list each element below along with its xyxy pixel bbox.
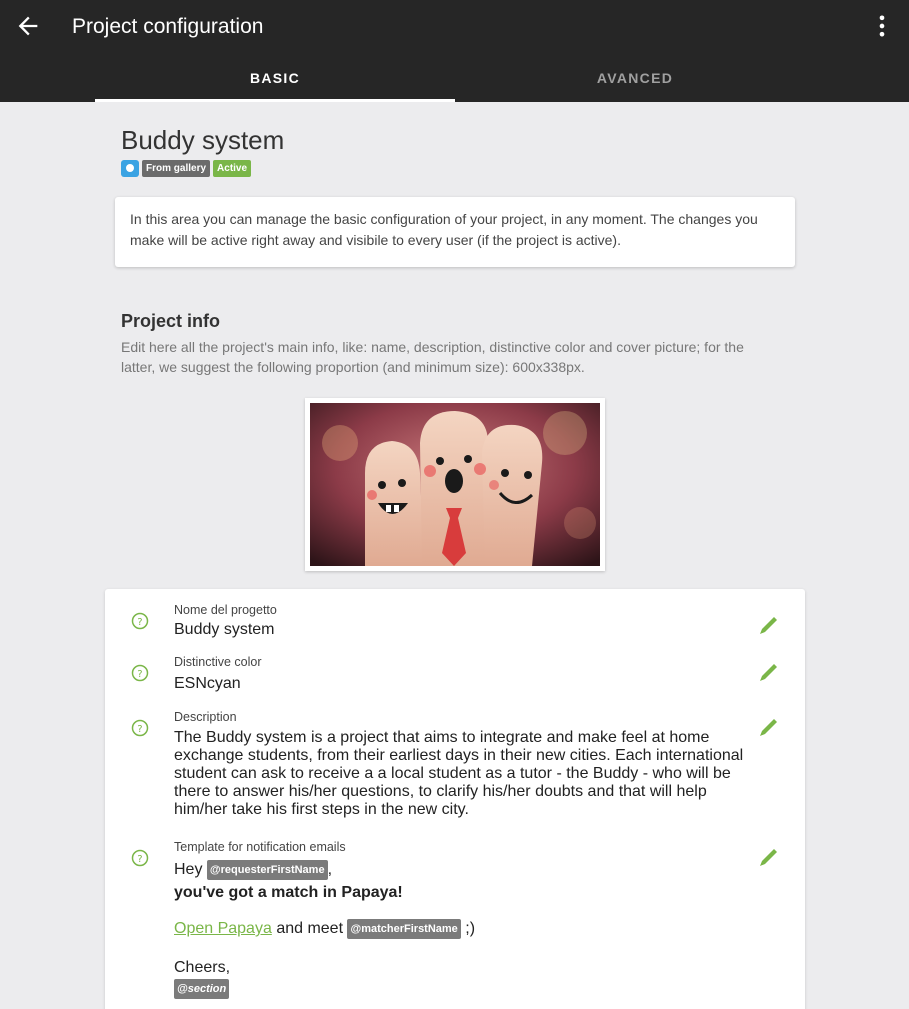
- template-section-line: @section: [174, 979, 230, 999]
- color-dot-icon: [121, 160, 139, 177]
- description-field-label: Description: [174, 710, 237, 724]
- page-title: Project configuration: [72, 15, 264, 38]
- from-gallery-badge: From gallery: [142, 160, 211, 177]
- template-greeting-line: Hey @requesterFirstName,: [174, 860, 332, 880]
- svg-text:?: ?: [137, 669, 142, 680]
- tab-basic[interactable]: BASIC: [95, 56, 455, 102]
- template-signoff: Cheers,: [174, 959, 231, 976]
- section-tag: @section: [174, 979, 230, 999]
- template-field-label: Template for notification emails: [174, 840, 346, 854]
- svg-text:?: ?: [137, 617, 142, 628]
- template-greeting: Hey: [174, 861, 203, 879]
- edit-pencil-icon[interactable]: [757, 660, 781, 684]
- matcher-tag: @matcherFirstName: [347, 919, 461, 939]
- arrow-left-icon[interactable]: [14, 12, 42, 40]
- app-bar: Project configuration BASIC AVANCED: [0, 0, 909, 102]
- help-icon[interactable]: ?: [131, 849, 149, 867]
- tab-advanced[interactable]: AVANCED: [455, 56, 815, 102]
- help-icon[interactable]: ?: [131, 612, 149, 630]
- badge-row: From gallery Active: [121, 160, 252, 177]
- template-meet-text: and meet: [276, 920, 344, 938]
- info-card: In this area you can manage the basic co…: [115, 197, 795, 267]
- help-icon[interactable]: ?: [131, 719, 149, 737]
- name-field-value: Buddy system: [174, 621, 275, 638]
- active-badge: Active: [213, 160, 252, 177]
- open-papaya-link[interactable]: Open Papaya: [174, 920, 272, 937]
- help-icon[interactable]: ?: [131, 664, 149, 682]
- section-description: Edit here all the project's main info, l…: [121, 339, 744, 375]
- color-field-value: ESNcyan: [174, 675, 241, 692]
- more-vert-icon[interactable]: [868, 12, 896, 40]
- template-comma: ,: [327, 861, 333, 879]
- requester-tag: @requesterFirstName: [206, 860, 328, 880]
- section-title: Project info: [121, 311, 221, 331]
- project-title: Buddy system: [121, 125, 285, 155]
- description-field-value: The Buddy system is a project that aims …: [174, 729, 744, 818]
- edit-pencil-icon[interactable]: [757, 613, 781, 637]
- template-headline: you've got a match in Papaya!: [174, 884, 403, 901]
- cover-image: [310, 403, 600, 566]
- color-field-label: Distinctive color: [174, 655, 262, 669]
- template-link-line: Open Papaya and meet @matcherFirstName ;…: [174, 919, 475, 939]
- fields-card: ? Nome del progetto Buddy system ? Disti…: [105, 589, 805, 1009]
- edit-pencil-icon[interactable]: [757, 715, 781, 739]
- tab-indicator: [95, 99, 455, 102]
- svg-text:?: ?: [137, 724, 142, 735]
- cover-picture[interactable]: [305, 398, 605, 571]
- name-field-label: Nome del progetto: [174, 603, 277, 617]
- edit-pencil-icon[interactable]: [757, 845, 781, 869]
- template-smiley: ;): [465, 920, 476, 938]
- svg-text:?: ?: [137, 854, 142, 865]
